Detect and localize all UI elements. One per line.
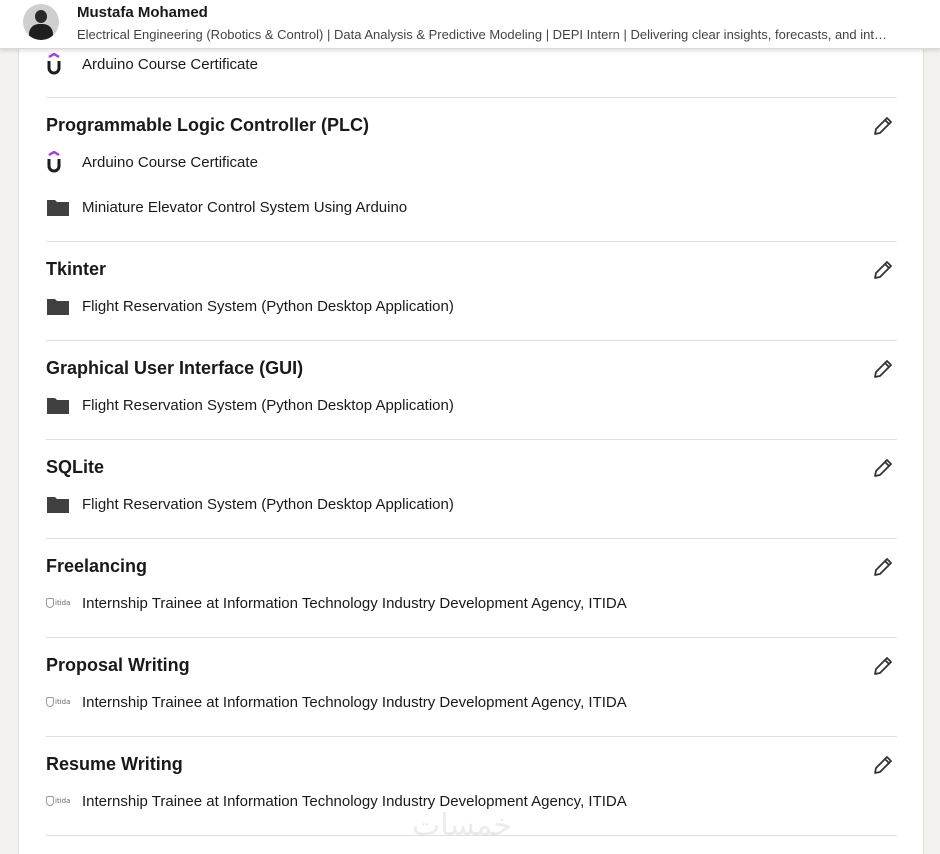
entry-text: Internship Trainee at Information Techno… (82, 792, 627, 810)
watermark: خمسات (412, 808, 513, 843)
skill-item-plc: Programmable Logic Controller (PLC) Ardu… (46, 97, 897, 241)
edit-skill-button[interactable] (869, 652, 897, 680)
pencil-icon (874, 360, 892, 378)
skills-card: Arduino Course Certificate Programmable … (18, 0, 924, 854)
sticky-profile-header: Mustafa Mohamed Electrical Engineering (… (0, 0, 940, 49)
skill-title[interactable]: Tkinter (46, 259, 106, 280)
folder-icon (46, 394, 72, 416)
skill-entry[interactable]: Arduino Course Certificate (46, 150, 258, 174)
skill-title[interactable]: Resume Writing (46, 754, 183, 775)
edit-skill-button[interactable] (869, 553, 897, 581)
entry-text: Flight Reservation System (Python Deskto… (82, 396, 454, 414)
entry-text: Internship Trainee at Information Techno… (82, 594, 627, 612)
entry-text: Miniature Elevator Control System Using … (82, 198, 408, 216)
udemy-icon (46, 53, 72, 75)
folder-icon (46, 295, 72, 317)
edit-skill-button[interactable] (869, 454, 897, 482)
skill-item-freelancing: Freelancing itida Internship Trainee at … (46, 538, 897, 637)
udemy-icon (46, 151, 72, 173)
edit-skill-button[interactable] (869, 355, 897, 383)
itida-logo: itida (46, 790, 72, 812)
entry-text: Flight Reservation System (Python Deskto… (82, 297, 454, 315)
itida-logo: itida (46, 592, 72, 614)
profile-headline: Electrical Engineering (Robotics & Contr… (77, 27, 887, 42)
pencil-icon (874, 261, 892, 279)
avatar[interactable] (23, 4, 59, 40)
edit-skill-button[interactable] (869, 751, 897, 779)
pencil-icon (874, 117, 892, 135)
pencil-icon (874, 459, 892, 477)
skill-entry[interactable]: itida Internship Trainee at Information … (46, 690, 627, 714)
pencil-icon (874, 756, 892, 774)
skill-item-gui: Graphical User Interface (GUI) Flight Re… (46, 340, 897, 439)
skill-title[interactable]: Proposal Writing (46, 655, 190, 676)
skill-entry[interactable]: Flight Reservation System (Python Deskto… (46, 393, 454, 417)
skill-entry[interactable]: Flight Reservation System (Python Deskto… (46, 294, 454, 318)
entry-text: Flight Reservation System (Python Deskto… (82, 495, 454, 513)
skill-entry[interactable]: itida Internship Trainee at Information … (46, 591, 627, 615)
skill-item-sqlite: SQLite Flight Reservation System (Python… (46, 439, 897, 538)
top-skill-entry[interactable]: Arduino Course Certificate (46, 50, 258, 78)
edit-skill-button[interactable] (869, 256, 897, 284)
entry-text: Arduino Course Certificate (82, 55, 258, 73)
skill-title[interactable]: Freelancing (46, 556, 147, 577)
skill-title[interactable]: SQLite (46, 457, 104, 478)
entry-text: Arduino Course Certificate (82, 153, 258, 171)
entry-text: Internship Trainee at Information Techno… (82, 693, 627, 711)
skill-entry[interactable]: Miniature Elevator Control System Using … (46, 195, 407, 219)
edit-skill-button[interactable] (869, 112, 897, 140)
folder-icon (46, 493, 72, 515)
pencil-icon (874, 558, 892, 576)
profile-name[interactable]: Mustafa Mohamed (77, 4, 208, 21)
skill-entry[interactable]: itida Internship Trainee at Information … (46, 789, 627, 813)
skill-item-proposal-writing: Proposal Writing itida Internship Traine… (46, 637, 897, 736)
skill-item-tkinter: Tkinter Flight Reservation System (Pytho… (46, 241, 897, 340)
folder-icon (46, 196, 72, 218)
pencil-icon (874, 657, 892, 675)
itida-logo: itida (46, 691, 72, 713)
skill-entry[interactable]: Flight Reservation System (Python Deskto… (46, 492, 454, 516)
skill-title[interactable]: Programmable Logic Controller (PLC) (46, 115, 369, 136)
skill-title[interactable]: Graphical User Interface (GUI) (46, 358, 303, 379)
